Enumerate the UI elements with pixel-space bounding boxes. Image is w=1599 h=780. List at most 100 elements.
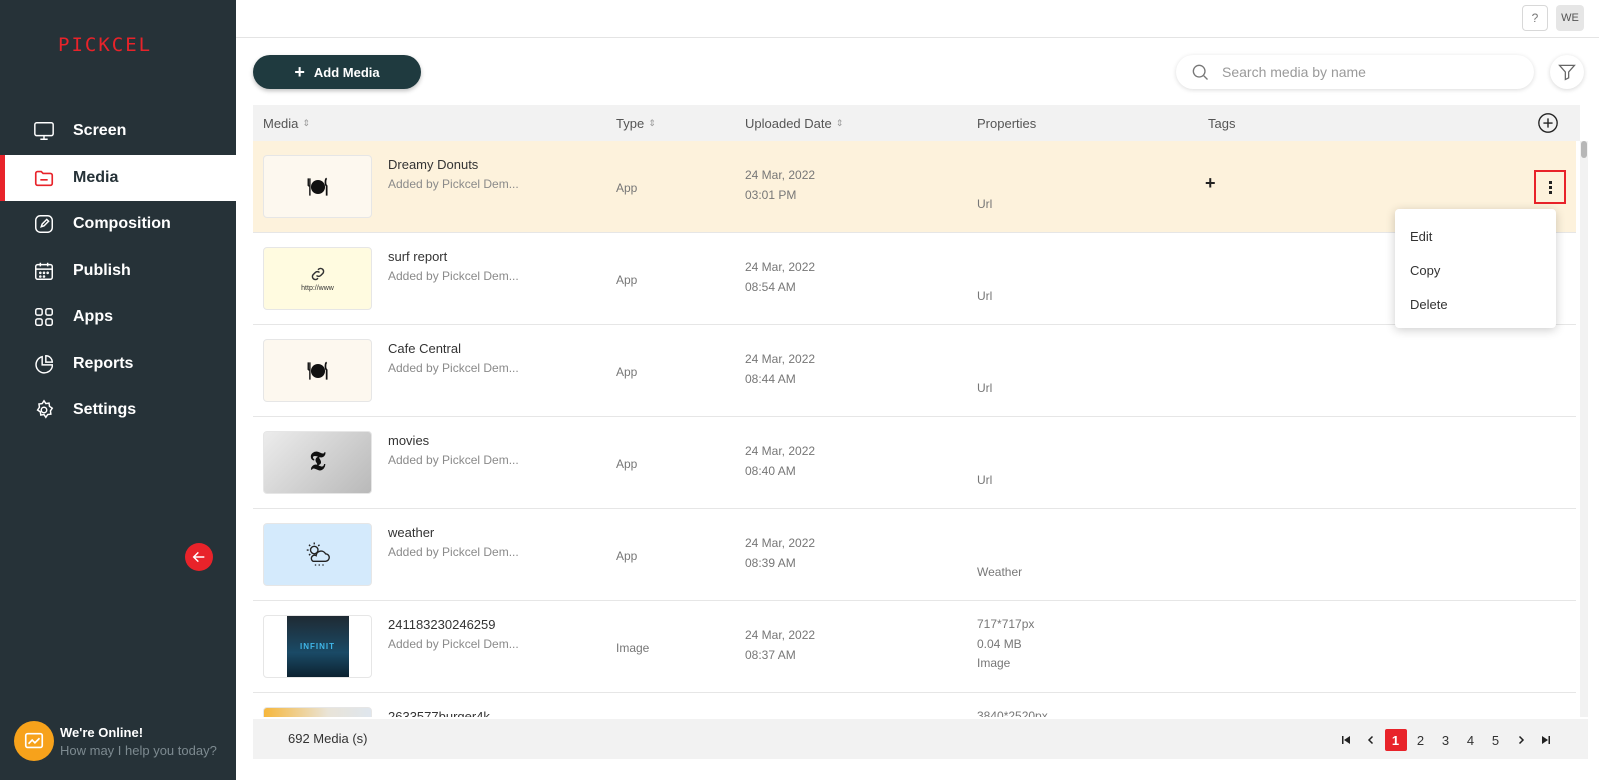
chat-icon bbox=[14, 721, 54, 761]
media-name[interactable]: Dreamy Donuts bbox=[388, 157, 478, 172]
media-name[interactable]: 2633577burger4k bbox=[388, 709, 490, 717]
upload-time: 08:44 AM bbox=[745, 372, 796, 386]
page-5-button[interactable]: 5 bbox=[1485, 729, 1507, 751]
media-property: Image bbox=[977, 656, 1011, 670]
upload-date: 24 Mar, 2022 bbox=[745, 352, 816, 366]
add-tag-button[interactable]: + bbox=[1205, 173, 1216, 194]
media-thumbnail bbox=[263, 155, 372, 218]
sidebar-item-publish[interactable]: Publish bbox=[0, 248, 236, 294]
first-page-button[interactable] bbox=[1335, 729, 1357, 751]
media-name[interactable]: weather bbox=[388, 525, 434, 540]
media-type: Image bbox=[616, 641, 650, 655]
media-type: App bbox=[616, 365, 638, 379]
search-input[interactable] bbox=[1222, 64, 1502, 80]
media-added-by: Added by Pickcel Dem... bbox=[388, 545, 519, 559]
upload-time: 08:37 AM bbox=[745, 648, 796, 662]
filter-button[interactable] bbox=[1550, 55, 1584, 89]
column-header-type[interactable]: Type ⇕ bbox=[616, 105, 656, 141]
media-name[interactable]: Cafe Central bbox=[388, 341, 461, 356]
media-thumbnail bbox=[263, 523, 372, 586]
page-2-button[interactable]: 2 bbox=[1410, 729, 1432, 751]
table-row[interactable]: 𝕿 movies Added by Pickcel Dem... App 24 … bbox=[253, 417, 1576, 509]
table-footer: 692 Media (s) 1 2 3 4 5 bbox=[253, 719, 1588, 759]
page-1-button[interactable]: 1 bbox=[1384, 729, 1407, 751]
column-header-media[interactable]: Media ⇕ bbox=[263, 105, 310, 141]
upload-date: 24 Mar, 2022 bbox=[745, 536, 816, 550]
next-page-button[interactable] bbox=[1510, 729, 1532, 751]
table-scrollbar[interactable] bbox=[1580, 141, 1588, 717]
media-property: 717*717px bbox=[977, 617, 1035, 631]
chevron-left-icon bbox=[1367, 735, 1373, 745]
table-row[interactable]: http://www surf report Added by Pickcel … bbox=[253, 233, 1576, 325]
sidebar-item-apps[interactable]: Apps bbox=[0, 294, 236, 340]
more-options-button[interactable] bbox=[1534, 170, 1566, 204]
column-header-uploaded-date[interactable]: Uploaded Date ⇕ bbox=[745, 105, 843, 141]
chat-title: We're Online! bbox=[60, 724, 144, 740]
menu-item-delete[interactable]: Delete bbox=[1395, 287, 1556, 321]
restaurant-icon bbox=[307, 177, 328, 196]
media-name[interactable]: surf report bbox=[388, 249, 447, 264]
prev-page-button[interactable] bbox=[1360, 729, 1382, 751]
top-bar: ? WE bbox=[236, 0, 1599, 38]
menu-item-edit[interactable]: Edit bbox=[1395, 219, 1556, 253]
scroll-thumb[interactable] bbox=[1581, 141, 1587, 158]
table-row[interactable]: Cafe Central Added by Pickcel Dem... App… bbox=[253, 325, 1576, 417]
sort-icon: ⇕ bbox=[835, 117, 844, 128]
pie-chart-icon bbox=[33, 353, 55, 375]
page-4-button[interactable]: 4 bbox=[1460, 729, 1482, 751]
media-type: App bbox=[616, 273, 638, 287]
column-header-tags: Tags bbox=[1208, 115, 1236, 131]
media-thumbnail: INFINIT bbox=[263, 615, 372, 678]
plus-icon: + bbox=[294, 62, 305, 82]
media-property: Url bbox=[977, 289, 993, 303]
menu-item-copy[interactable]: Copy bbox=[1395, 253, 1556, 287]
media-property: Url bbox=[977, 197, 993, 211]
search-box bbox=[1176, 55, 1534, 89]
sidebar-item-composition[interactable]: Composition bbox=[0, 201, 236, 247]
filter-icon bbox=[1558, 64, 1576, 81]
page-3-button[interactable]: 3 bbox=[1435, 729, 1457, 751]
link-icon bbox=[311, 267, 324, 281]
gear-icon bbox=[33, 399, 55, 421]
user-avatar-button[interactable]: WE bbox=[1556, 5, 1584, 31]
table-row[interactable]: 2633577burger4k 3840*2520px bbox=[253, 693, 1576, 717]
media-name[interactable]: 241183230246259 bbox=[388, 617, 496, 632]
table-row[interactable]: INFINIT 241183230246259 Added by Pickcel… bbox=[253, 601, 1576, 693]
sidebar-item-screen[interactable]: Screen bbox=[0, 108, 236, 154]
restaurant-icon bbox=[307, 361, 328, 380]
upload-date: 24 Mar, 2022 bbox=[745, 168, 816, 182]
sidebar-item-settings[interactable]: Settings bbox=[0, 387, 236, 433]
upload-date: 24 Mar, 2022 bbox=[745, 444, 816, 458]
calendar-icon bbox=[33, 260, 55, 282]
media-thumbnail: http://www bbox=[263, 247, 372, 310]
last-page-icon bbox=[1541, 736, 1550, 744]
media-name[interactable]: movies bbox=[388, 433, 429, 448]
media-added-by: Added by Pickcel Dem... bbox=[388, 453, 519, 467]
table-row[interactable]: weather Added by Pickcel Dem... App 24 M… bbox=[253, 509, 1576, 601]
column-header-properties: Properties bbox=[977, 115, 1037, 131]
sidebar-item-reports[interactable]: Reports bbox=[0, 341, 236, 387]
media-property: 3840*2520px bbox=[977, 709, 1048, 717]
table-row[interactable]: Dreamy Donuts Added by Pickcel Dem... Ap… bbox=[253, 141, 1576, 233]
sidebar-item-media[interactable]: Media bbox=[0, 154, 236, 201]
chat-widget[interactable]: We're Online! How may I help you today? bbox=[14, 719, 236, 763]
last-page-button[interactable] bbox=[1535, 729, 1557, 751]
add-media-button[interactable]: + Add Media bbox=[253, 55, 421, 89]
add-column-icon[interactable] bbox=[1537, 112, 1559, 134]
collapse-sidebar-button[interactable] bbox=[185, 543, 213, 571]
media-thumbnail: 𝕿 bbox=[263, 431, 372, 494]
pickcel-logo[interactable]: PICKCEL bbox=[58, 34, 178, 58]
media-thumbnail bbox=[263, 339, 372, 402]
sort-icon: ⇕ bbox=[302, 117, 310, 128]
media-added-by: Added by Pickcel Dem... bbox=[388, 637, 519, 651]
first-page-icon bbox=[1341, 736, 1350, 744]
sort-icon: ⇕ bbox=[648, 117, 656, 128]
sidebar-item-label: Reports bbox=[73, 354, 134, 372]
upload-date: 24 Mar, 2022 bbox=[745, 260, 816, 274]
media-property: Weather bbox=[977, 565, 1023, 579]
media-count: 692 Media (s) bbox=[288, 731, 368, 746]
help-button[interactable]: ? bbox=[1522, 5, 1548, 31]
monitor-icon bbox=[33, 120, 55, 142]
pagination: 1 2 3 4 5 bbox=[1333, 729, 1558, 751]
arrow-left-icon bbox=[192, 551, 205, 563]
